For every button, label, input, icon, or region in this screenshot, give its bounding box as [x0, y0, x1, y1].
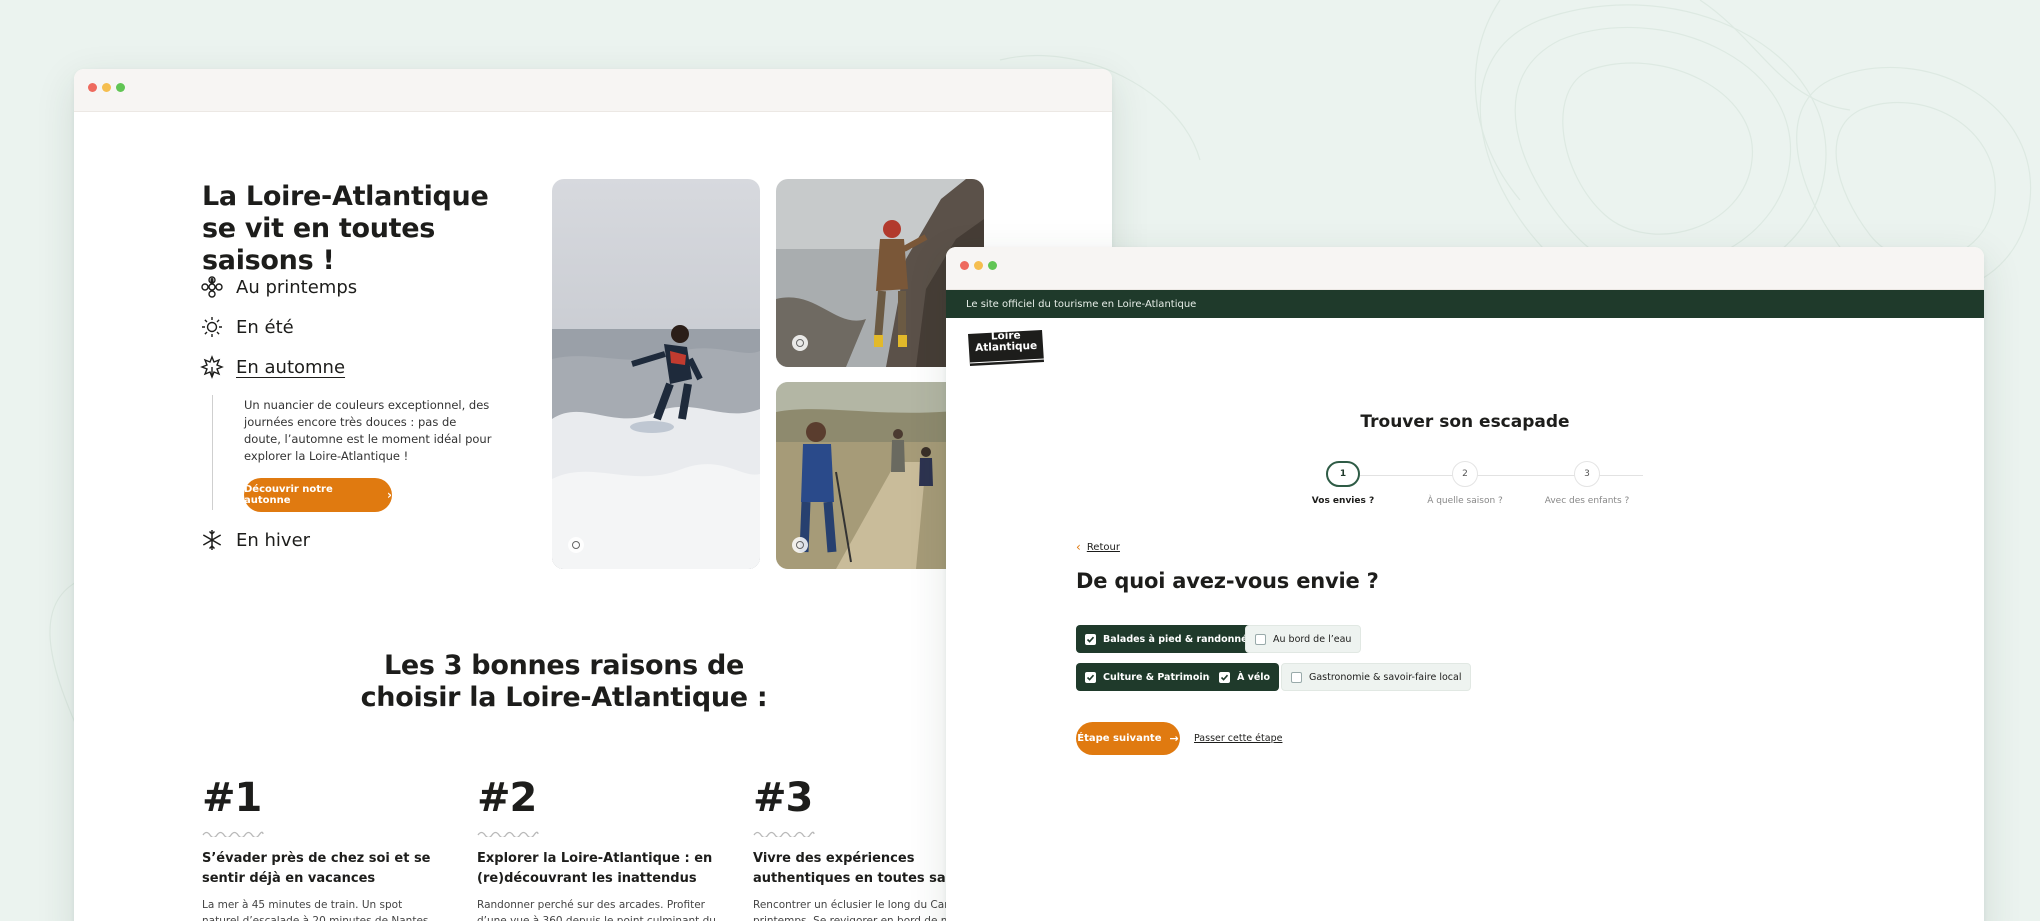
- checkbox-checked-icon: [1219, 671, 1230, 683]
- reason-heading: Explorer la Loire-Atlantique : en (re)dé…: [477, 851, 713, 886]
- chevron-left-icon: ‹: [1076, 540, 1081, 554]
- reason-heading: S’évader près de chez soi et se sentir d…: [202, 851, 431, 886]
- maximize-window-button[interactable]: [116, 83, 125, 92]
- season-label: En hiver: [236, 529, 311, 551]
- reasons-title: Les 3 bonnes raisons de choisir la Loire…: [360, 650, 768, 713]
- maximize-window-button[interactable]: [988, 261, 997, 270]
- option-label: Au bord de l’eau: [1273, 633, 1352, 645]
- photo-credit-icon[interactable]: [792, 335, 808, 351]
- reason-number: #1: [202, 775, 262, 821]
- reason-text: La mer à 45 minutes de train. Un spot na…: [202, 899, 432, 921]
- question-heading: De quoi avez-vous envie ?: [1076, 569, 1379, 593]
- browser-window-escapade-finder: Le site officiel du tourisme en Loire-At…: [946, 247, 1984, 921]
- button-label: Découvrir notre autonne: [244, 484, 333, 506]
- checkbox-checked-icon: [1085, 671, 1096, 683]
- step-label: Vos envies ?: [1311, 496, 1375, 506]
- step-number: 2: [1452, 461, 1478, 487]
- leaf-icon: [200, 355, 224, 379]
- next-step-button[interactable]: Étape suivante →: [1076, 722, 1180, 755]
- option-label: Culture & Patrimoine: [1103, 671, 1216, 683]
- loire-atlantique-logo[interactable]: Loire Atlantique: [966, 328, 1046, 372]
- flower-icon: [201, 276, 223, 298]
- skip-step-link[interactable]: Passer cette étape: [1194, 733, 1282, 744]
- reason-card: #1 S’évader près de chez soi et se senti…: [202, 775, 442, 921]
- minimize-window-button[interactable]: [974, 261, 983, 270]
- close-window-button[interactable]: [88, 83, 97, 92]
- step-label: Avec des enfants ?: [1544, 496, 1630, 506]
- step-number: 1: [1326, 461, 1360, 487]
- minimize-window-button[interactable]: [102, 83, 111, 92]
- option-walks-hikes[interactable]: Balades à pied & randonnées: [1076, 625, 1269, 653]
- checkbox-empty-icon: [1255, 633, 1266, 645]
- wave-divider-icon: [477, 831, 539, 837]
- reason-number: #2: [477, 775, 537, 821]
- step-1[interactable]: 1 Vos envies ?: [1273, 461, 1413, 506]
- option-culture-heritage[interactable]: Culture & Patrimoine: [1076, 663, 1225, 691]
- wave-divider-icon: [202, 831, 264, 837]
- step-3[interactable]: 3 Avec des enfants ?: [1517, 461, 1657, 506]
- arrow-right-icon: →: [1169, 732, 1179, 745]
- option-label: Gastronomie & savoir-faire local: [1309, 671, 1462, 683]
- back-label: Retour: [1086, 541, 1120, 553]
- option-label: À vélo: [1237, 671, 1271, 683]
- photo-credit-icon[interactable]: [568, 537, 584, 553]
- sun-icon: [202, 317, 222, 337]
- option-bike[interactable]: À vélo: [1210, 663, 1280, 691]
- season-item-winter[interactable]: En hiver: [200, 528, 310, 552]
- wave-divider-icon: [753, 831, 815, 837]
- checkbox-empty-icon: [1291, 671, 1302, 683]
- option-waterside[interactable]: Au bord de l’eau: [1245, 625, 1362, 653]
- option-label: Balades à pied & randonnées: [1103, 633, 1260, 645]
- chevron-right-icon: ›: [387, 488, 392, 502]
- logo-line-2: Atlantique: [974, 339, 1038, 355]
- back-link[interactable]: ‹ Retour: [1076, 540, 1120, 554]
- divider: [212, 395, 213, 510]
- browser-chrome: [946, 247, 1984, 290]
- option-gastronomy[interactable]: Gastronomie & savoir-faire local: [1281, 663, 1472, 691]
- season-item-autumn[interactable]: En automne: [200, 355, 345, 379]
- seasons-title: La Loire-Atlantique se vit en toutes sai…: [202, 181, 489, 276]
- step-label: À quelle saison ?: [1427, 496, 1503, 506]
- step-number: 3: [1574, 461, 1600, 487]
- photo-credit-icon[interactable]: [792, 537, 808, 553]
- season-label: En été: [236, 316, 294, 338]
- button-label: Étape suivante: [1077, 733, 1162, 744]
- autumn-description: Un nuancier de couleurs exceptionnel, de…: [244, 398, 492, 463]
- browser-chrome: [74, 69, 1112, 112]
- reason-card: #2 Explorer la Loire-Atlantique : en (re…: [477, 775, 717, 921]
- season-item-spring[interactable]: Au printemps: [200, 275, 357, 299]
- reason-text: Randonner perché sur des arcades. Profit…: [477, 899, 716, 921]
- progress-stepper: 1 Vos envies ? 2 À quelle saison ? 3 Ave…: [946, 461, 1984, 521]
- checkbox-checked-icon: [1085, 633, 1096, 645]
- season-item-summer[interactable]: En été: [200, 315, 294, 339]
- surfer-photo: [552, 179, 760, 569]
- step-2[interactable]: 2 À quelle saison ?: [1395, 461, 1535, 506]
- snowflake-icon: [202, 530, 222, 550]
- site-banner: Le site officiel du tourisme en Loire-At…: [946, 290, 1984, 318]
- close-window-button[interactable]: [960, 261, 969, 270]
- season-label: Au printemps: [236, 276, 358, 298]
- page-title: Trouver son escapade: [1360, 412, 1570, 432]
- discover-autumn-button[interactable]: Découvrir notre autonne ›: [244, 478, 392, 512]
- season-label: En automne: [236, 356, 346, 378]
